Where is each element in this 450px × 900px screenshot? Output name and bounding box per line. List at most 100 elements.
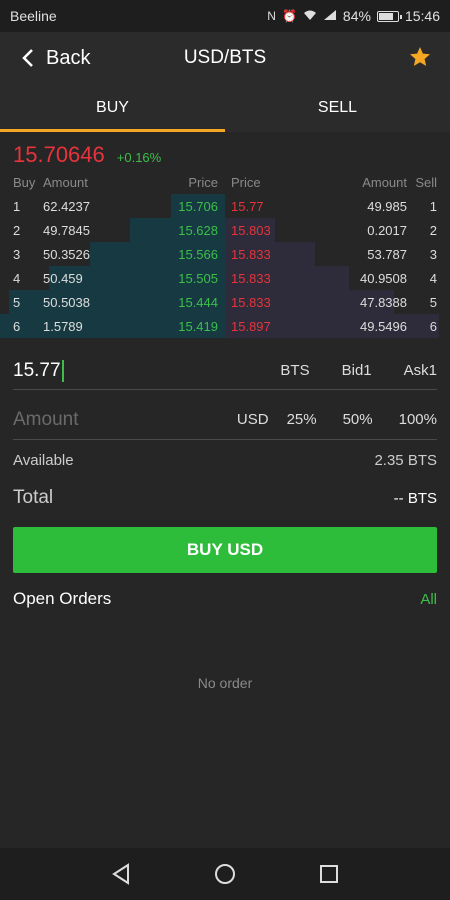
bid-index: 3 (13, 246, 21, 262)
triangle-back-icon (112, 863, 129, 885)
order-book-row[interactable]: 6 1.5789 15.419 15.897 49.5496 6 (0, 314, 450, 338)
square-recents-icon (320, 865, 338, 883)
order-book-row[interactable]: 5 50.5038 15.444 15.833 47.8388 5 (0, 290, 450, 314)
total-label: Total (13, 487, 54, 508)
battery-icon (376, 10, 402, 22)
amount-shortcuts: USD 25% 50% 100% (219, 411, 437, 428)
signal-icon (323, 9, 337, 24)
price-shortcuts: BTS Bid1 Ask1 (248, 362, 437, 379)
circle-home-icon (215, 864, 235, 884)
order-book-header: Buy Amount Price Price Amount Sell (0, 170, 450, 194)
chevron-left-icon (22, 49, 33, 67)
bid-price[interactable]: 15.628 (178, 223, 218, 238)
system-nav-bar (0, 848, 450, 900)
last-price: 15.70646 (13, 142, 105, 167)
buy-button[interactable]: BUY USD (13, 527, 437, 573)
nfc-icon: N (267, 9, 276, 23)
ask-price[interactable]: 15.833 (231, 271, 271, 286)
ask-price[interactable]: 15.803 (231, 223, 271, 238)
price-unit: BTS (280, 362, 310, 379)
tab-sell[interactable]: SELL (225, 84, 450, 132)
header-amount-right: Amount (362, 174, 407, 190)
ask-price[interactable]: 15.833 (231, 295, 271, 310)
amount-placeholder[interactable]: Amount (13, 409, 78, 431)
ask-index: 1 (429, 198, 437, 214)
bid-index: 2 (13, 222, 21, 238)
ask-price[interactable]: 15.833 (231, 247, 271, 262)
open-orders-title: Open Orders (13, 589, 112, 608)
ask-amount: 49.5496 (360, 318, 407, 334)
nav-recents-button[interactable] (316, 861, 342, 887)
bid-amount: 62.4237 (43, 198, 90, 214)
tab-buy[interactable]: BUY (0, 84, 225, 132)
ticker: 15.70646 +0.16% (13, 142, 161, 168)
open-orders-header: Open Orders All (13, 588, 437, 610)
ask-index: 3 (429, 246, 437, 262)
price-value[interactable]: 15.77 (13, 360, 61, 382)
order-book-row[interactable]: 2 49.7845 15.628 15.803 0.2017 2 (0, 218, 450, 242)
bid-price[interactable]: 15.419 (178, 319, 218, 334)
empty-orders-text: No order (197, 675, 253, 691)
bid1-button[interactable]: Bid1 (342, 362, 372, 379)
ask-price[interactable]: 15.897 (231, 319, 271, 334)
header-amount-left: Amount (43, 174, 88, 190)
all-orders-link[interactable]: All (420, 591, 437, 608)
trade-tabs: BUY SELL (0, 84, 450, 132)
bid-amount: 1.5789 (43, 318, 83, 334)
status-icons: N ⏰ 84% 15:46 (267, 8, 440, 24)
bid-price[interactable]: 15.505 (178, 271, 218, 286)
pct-50-button[interactable]: 50% (343, 411, 373, 428)
bid-index: 5 (13, 294, 21, 310)
bid-index: 4 (13, 270, 21, 286)
bid-index: 6 (13, 318, 21, 334)
amount-input[interactable]: Amount USD 25% 50% 100% (13, 400, 437, 440)
bid-amount: 49.7845 (43, 222, 90, 238)
available-row: Available 2.35 BTS (13, 452, 437, 472)
ask-amount: 49.985 (367, 198, 407, 214)
ask-amount: 47.8388 (360, 294, 407, 310)
ask1-button[interactable]: Ask1 (404, 362, 437, 379)
order-book-rows: 1 62.4237 15.706 15.77 49.985 1 2 49.7845 15.628… (0, 194, 450, 338)
bid-price[interactable]: 15.706 (178, 199, 218, 214)
ask-amount: 40.9508 (360, 270, 407, 286)
amount-unit: USD (236, 411, 269, 428)
app-header: Back USD/BTS (0, 32, 450, 84)
header-price-left: Price (188, 174, 218, 190)
ask-price[interactable]: 15.77 (231, 199, 264, 214)
back-label: Back (46, 46, 91, 69)
ask-index: 5 (429, 294, 437, 310)
total-value: -- BTS (393, 489, 437, 507)
ask-amount: 0.2017 (367, 222, 407, 238)
bid-amount: 50.459 (43, 270, 83, 286)
available-label: Available (13, 452, 74, 469)
battery-fill (378, 12, 394, 20)
header-buy: Buy (13, 174, 36, 190)
bid-amount: 50.5038 (43, 294, 90, 310)
bid-price[interactable]: 15.444 (178, 295, 218, 310)
ask-index: 2 (429, 222, 437, 238)
price-input[interactable]: 15.77 BTS Bid1 Ask1 (13, 352, 437, 390)
clock: 15:46 (404, 8, 440, 24)
back-button[interactable]: Back (22, 47, 90, 70)
header-sell: Sell (415, 174, 437, 190)
order-book: Buy Amount Price Price Amount Sell 1 62.4… (0, 170, 450, 338)
ask-index: 6 (429, 318, 437, 334)
bid-price[interactable]: 15.566 (178, 247, 218, 262)
status-bar: Beeline N ⏰ 84% 15:46 (0, 0, 450, 32)
star-icon[interactable] (408, 45, 432, 69)
order-book-row[interactable]: 4 50.459 15.505 15.833 40.9508 4 (0, 266, 450, 290)
price-change: +0.16% (116, 150, 162, 165)
pct-25-button[interactable]: 25% (287, 411, 317, 428)
battery-percent: 84% (342, 8, 371, 24)
ask-amount: 53.787 (367, 246, 407, 262)
order-book-row[interactable]: 3 50.3526 15.566 15.833 53.787 3 (0, 242, 450, 266)
carrier-label: Beeline (10, 8, 57, 24)
bid-amount: 50.3526 (43, 246, 90, 262)
wifi-icon (303, 9, 317, 24)
nav-home-button[interactable] (212, 861, 238, 887)
total-row: Total -- BTS (13, 486, 437, 510)
ask-index: 4 (429, 270, 437, 286)
nav-back-button[interactable] (108, 861, 134, 887)
pct-100-button[interactable]: 100% (399, 411, 437, 428)
order-book-row[interactable]: 1 62.4237 15.706 15.77 49.985 1 (0, 194, 450, 218)
